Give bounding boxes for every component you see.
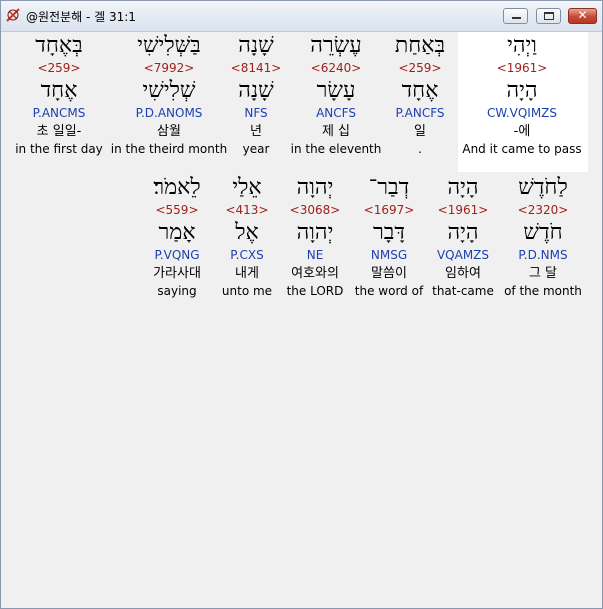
minimize-button[interactable] (503, 8, 528, 24)
strong-number: <259> (37, 61, 81, 75)
strong-number: <1961> (496, 61, 548, 75)
word-cell[interactable]: בְּאֶחָד <259> אֶחָד P.ANCMS 초 일일-in the fir… (0, 32, 119, 158)
app-icon (6, 8, 20, 22)
title-bar[interactable]: @원전분해 - 겔 31:1 ✕ (1, 1, 602, 32)
english-gloss: in the first day (15, 142, 103, 156)
interlinear-panel: בְּאֶחָד <259> אֶחָד P.ANCMS 초 일일-in the fir… (1, 32, 602, 608)
lemma-word: חֹדֶשׁ (523, 220, 563, 245)
maximize-icon (544, 12, 554, 20)
window-title: @원전분해 - 겔 31:1 (26, 10, 136, 24)
close-icon: ✕ (577, 8, 588, 22)
morph-code: CW.VQIMZS (486, 106, 558, 120)
korean-gloss: 초 일일- (36, 124, 82, 139)
hebrew-word: לַחֹדֶשׁ (518, 175, 568, 200)
english-gloss: of the month (504, 284, 582, 298)
app-window: @원전분해 - 겔 31:1 ✕ בְּאֶחָד <259> אֶחָד P.ANC… (0, 0, 603, 609)
minimize-icon (512, 17, 521, 19)
close-button[interactable]: ✕ (568, 8, 597, 24)
lemma-word: הָיָה (506, 78, 538, 103)
english-gloss: And it came to pass (462, 142, 582, 156)
morph-code: P.ANCMS (32, 106, 86, 120)
maximize-button[interactable] (536, 8, 561, 24)
word-cell[interactable]: וַיְהִי <1961> הָיָה CW.VQIMZS -에 And it came… (462, 32, 582, 158)
word-cell[interactable]: לַחֹדֶשׁ <2320> חֹדֶשׁ P.D.NMS 그 달 of the mon… (483, 174, 603, 300)
morph-code: P.D.NMS (518, 248, 568, 262)
hebrew-word: וַיְהִי (507, 33, 537, 58)
korean-gloss: 그 달 (528, 266, 558, 281)
lemma-word: אֶחָד (40, 78, 78, 103)
hebrew-word: בְּאֶחָד (35, 33, 83, 58)
korean-gloss: -에 (513, 124, 531, 139)
strong-number: <2320> (517, 203, 569, 217)
